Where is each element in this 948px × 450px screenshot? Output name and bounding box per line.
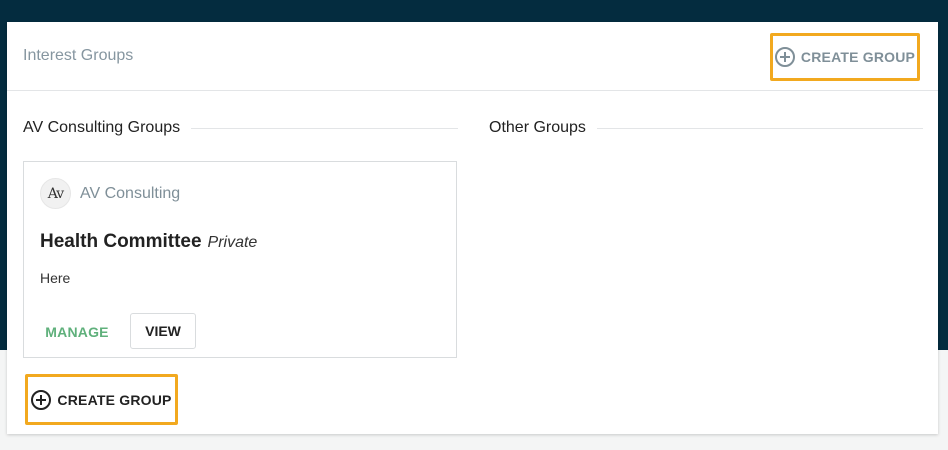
org-logo: Av (40, 178, 71, 209)
group-privacy-label: Private (207, 234, 258, 251)
interest-groups-card: Interest Groups CREATE GROUP AV Consulti… (7, 22, 938, 434)
group-card: Av AV Consulting Health Committee Privat… (23, 161, 457, 358)
org-name: AV Consulting (80, 184, 181, 202)
org-row: Av AV Consulting (40, 178, 180, 209)
section-title: Other Groups (489, 119, 586, 136)
divider (596, 127, 923, 129)
section-own-groups: AV Consulting Groups (23, 119, 458, 137)
plus-circle-icon (774, 47, 795, 67)
create-group-label: CREATE GROUP (57, 391, 172, 408)
manage-button[interactable]: MANAGE (40, 315, 114, 349)
group-description: Here (40, 270, 71, 286)
create-group-label: CREATE GROUP (800, 49, 916, 65)
plus-circle-icon (31, 389, 52, 410)
create-group-button-bottom[interactable]: CREATE GROUP (25, 374, 178, 425)
view-button[interactable]: VIEW (130, 313, 196, 349)
group-title-row: Health Committee Private (40, 231, 257, 253)
group-name: Health Committee (40, 231, 202, 252)
section-title: AV Consulting Groups (23, 119, 181, 136)
section-other-groups: Other Groups (489, 119, 923, 137)
page-title: Interest Groups (23, 47, 134, 64)
divider (191, 127, 458, 129)
create-group-button-top[interactable]: CREATE GROUP (770, 33, 920, 81)
